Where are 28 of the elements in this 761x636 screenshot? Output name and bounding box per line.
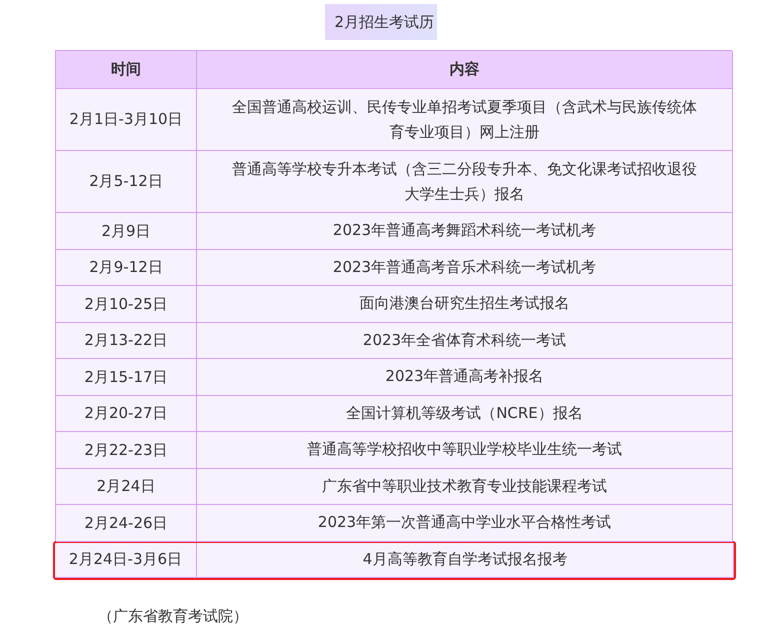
column-header: 内容 xyxy=(450,59,480,80)
date-cell-text: 2月1日-3月10日 xyxy=(69,109,183,130)
content-cell-text: 普通高等学校专升本考试（含三二分段专升本、免文化课考试招收退役大学生士兵）报名 xyxy=(231,158,698,204)
date-cell-text: 2月24日 xyxy=(96,476,156,497)
source-note: （广东省教育考试院） xyxy=(98,606,249,626)
content-cell-text: 2023年第一次普通高中学业水平合格性考试 xyxy=(318,512,612,534)
content-cell-text: 全国普通高校运训、民传专业单招考试夏季项目（含武术与民族传统体育专业项目）网上注册 xyxy=(231,96,698,142)
date-cell-text: 2月22-23日 xyxy=(84,440,168,460)
date-cell-text: 2月20-27日 xyxy=(84,403,168,424)
content-cell-text: 2023年全省体育术科统一考试 xyxy=(362,330,566,351)
content-cell-text: 全国计算机等级考试（NCRE）报名 xyxy=(346,402,583,424)
date-cell-text: 2月15-17日 xyxy=(84,366,168,388)
calendar-title: 2月招生考试历 xyxy=(324,4,436,40)
date-cell-text: 2月9-12日 xyxy=(89,257,163,278)
date-cell-text: 2月9日 xyxy=(101,220,151,242)
date-cell-text: 2月24日-3月6日 xyxy=(68,549,182,570)
content-cell-text: 面向港澳台研究生招生考试报名 xyxy=(360,293,570,314)
content-cell-text: 2023年普通高考补报名 xyxy=(385,366,544,388)
date-cell-text: 2月24-26日 xyxy=(84,512,168,534)
content-cell-text: 4月高等教育自学考试报名报考 xyxy=(362,549,568,570)
content-cell-text: 普通高等学校招收中等职业学校毕业生统一考试 xyxy=(307,439,622,460)
content-cell-text: 2023年普通高考音乐术科统一考试机考 xyxy=(332,256,596,278)
content-cell-text: 2023年普通高考舞蹈术科统一考试机考 xyxy=(332,220,596,242)
date-cell-text: 2月5-12日 xyxy=(89,171,163,192)
column-header: 时间 xyxy=(111,59,141,80)
date-cell-text: 2月13-22日 xyxy=(84,330,168,351)
content-cell-text: 广东省中等职业技术教育专业技能课程考试 xyxy=(322,476,607,497)
date-cell-text: 2月10-25日 xyxy=(84,294,168,314)
